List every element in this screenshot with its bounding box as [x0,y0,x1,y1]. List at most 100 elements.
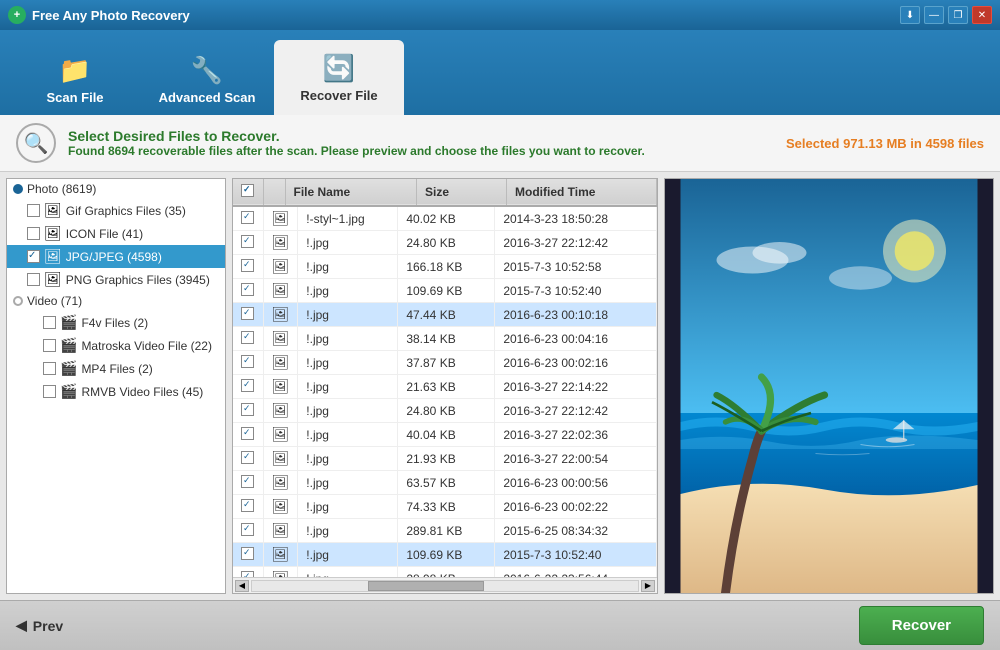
table-row[interactable]: 🖼 !.jpg 166.18 KB 2015-7-3 10:52:58 [233,255,657,279]
row-checkbox-cell[interactable] [233,519,263,543]
tree-item-matroska[interactable]: 🎬 Matroska Video File (22) [7,334,225,357]
radio-video[interactable] [13,296,23,306]
row-check-14[interactable] [241,547,254,560]
row-checkbox-cell[interactable] [233,567,263,578]
check-matroska[interactable] [43,339,56,352]
table-row[interactable]: 🖼 !.jpg 289.81 KB 2015-6-25 08:34:32 [233,519,657,543]
row-checkbox-cell[interactable] [233,543,263,567]
row-check-2[interactable] [241,259,254,272]
header-checkbox[interactable] [241,184,254,197]
prev-arrow-icon: ◀ [16,617,27,634]
tree-item-mp4[interactable]: 🎬 MP4 Files (2) [7,357,225,380]
row-checkbox-cell[interactable] [233,495,263,519]
tree-item-png[interactable]: 🖼 PNG Graphics Files (3945) [7,268,225,291]
table-row[interactable]: 🖼 !.jpg 24.80 KB 2016-3-27 22:12:42 [233,399,657,423]
table-row[interactable]: 🖼 !.jpg 74.33 KB 2016-6-23 00:02:22 [233,495,657,519]
row-checkbox-cell[interactable] [233,423,263,447]
row-checkbox-cell[interactable] [233,303,263,327]
row-check-15[interactable] [241,571,254,578]
row-check-8[interactable] [241,403,254,416]
row-icon-cell: 🖼 [263,471,298,495]
row-check-6[interactable] [241,355,254,368]
table-row[interactable]: 🖼 !.jpg 21.63 KB 2016-3-27 22:14:22 [233,375,657,399]
jpg-file-icon: 🖼 [272,522,290,538]
file-table: File Name Size Modified Time [233,179,657,207]
app-title: Free Any Photo Recovery [32,8,190,23]
recover-button[interactable]: Recover [859,606,984,645]
row-checkbox-cell[interactable] [233,375,263,399]
check-gif[interactable] [27,204,40,217]
tree-item-icon[interactable]: 🖼 ICON File (41) [7,222,225,245]
mp4-icon: 🎬 [60,360,77,377]
file-table-scroll[interactable]: 🖼 !-styl~1.jpg 40.02 KB 2014-3-23 18:50:… [233,207,657,577]
table-row[interactable]: 🖼 !.jpg 21.93 KB 2016-3-27 22:00:54 [233,447,657,471]
row-check-7[interactable] [241,379,254,392]
row-check-5[interactable] [241,331,254,344]
row-check-0[interactable] [241,211,254,224]
download-button[interactable]: ⬇ [900,6,920,24]
row-check-10[interactable] [241,451,254,464]
row-checkbox-cell[interactable] [233,207,263,231]
table-row[interactable]: 🖼 !.jpg 24.80 KB 2016-3-27 22:12:42 [233,231,657,255]
check-mp4[interactable] [43,362,56,375]
tree-item-photo[interactable]: Photo (8619) [7,179,225,199]
tree-item-video[interactable]: Video (71) [7,291,225,311]
table-row[interactable]: 🖼 !-styl~1.jpg 40.02 KB 2014-3-23 18:50:… [233,207,657,231]
minimize-button[interactable]: — [924,6,944,24]
row-filename: !.jpg [298,399,398,423]
row-check-12[interactable] [241,499,254,512]
check-rmvb[interactable] [43,385,56,398]
row-checkbox-cell[interactable] [233,231,263,255]
table-row[interactable]: 🖼 !.jpg 63.57 KB 2016-6-23 00:00:56 [233,471,657,495]
check-png[interactable] [27,273,40,286]
scroll-right-arrow[interactable]: ▶ [641,580,655,592]
scroll-track[interactable] [251,580,639,592]
radio-photo[interactable] [13,184,23,194]
main-area: 🔍 Select Desired Files to Recover. Found… [0,115,1000,600]
close-button[interactable]: ✕ [972,6,992,24]
tree-item-gif[interactable]: 🖼 Gif Graphics Files (35) [7,199,225,222]
tab-recover-file[interactable]: 🔄 Recover File [274,40,404,115]
row-checkbox-cell[interactable] [233,351,263,375]
scroll-thumb[interactable] [368,581,484,591]
row-filename: !.jpg [298,303,398,327]
info-subtitle: Found 8694 recoverable files after the s… [68,144,645,158]
table-row[interactable]: 🖼 !.jpg 40.04 KB 2016-3-27 22:02:36 [233,423,657,447]
table-row[interactable]: 🖼 !.jpg 28.98 KB 2016-6-22 23:56:44 [233,567,657,578]
tree-item-jpg[interactable]: 🖼 JPG/JPEG (4598) [7,245,225,268]
table-row[interactable]: 🖼 !.jpg 37.87 KB 2016-6-23 00:02:16 [233,351,657,375]
tab-advanced-scan[interactable]: 🔧 Advanced Scan [142,45,272,115]
table-row[interactable]: 🖼 !.jpg 47.44 KB 2016-6-23 00:10:18 [233,303,657,327]
check-f4v[interactable] [43,316,56,329]
row-checkbox-cell[interactable] [233,255,263,279]
row-checkbox-cell[interactable] [233,399,263,423]
tree-item-f4v[interactable]: 🎬 F4v Files (2) [7,311,225,334]
check-icon[interactable] [27,227,40,240]
row-modified: 2016-3-27 22:02:36 [495,423,657,447]
table-row[interactable]: 🖼 !.jpg 109.69 KB 2015-7-3 10:52:40 [233,279,657,303]
row-checkbox-cell[interactable] [233,447,263,471]
scroll-left-arrow[interactable]: ◀ [235,580,249,592]
row-checkbox-cell[interactable] [233,327,263,351]
table-row[interactable]: 🖼 !.jpg 38.14 KB 2016-6-23 00:04:16 [233,327,657,351]
tab-scan-file[interactable]: 📁 Scan File [10,45,140,115]
row-check-1[interactable] [241,235,254,248]
check-jpg[interactable] [27,250,40,263]
row-check-9[interactable] [241,427,254,440]
prev-button[interactable]: ◀ Prev [16,617,63,634]
row-filename: !.jpg [298,567,398,578]
tree-item-rmvb[interactable]: 🎬 RMVB Video Files (45) [7,380,225,403]
row-icon-cell: 🖼 [263,207,298,231]
row-icon-cell: 🖼 [263,399,298,423]
row-check-11[interactable] [241,475,254,488]
horizontal-scrollbar[interactable]: ◀ ▶ [233,577,657,593]
row-check-13[interactable] [241,523,254,536]
restore-button[interactable]: ❐ [948,6,968,24]
row-icon-cell: 🖼 [263,495,298,519]
row-check-4[interactable] [241,307,254,320]
row-checkbox-cell[interactable] [233,279,263,303]
row-checkbox-cell[interactable] [233,471,263,495]
tab-recover-file-label: Recover File [300,88,377,103]
row-check-3[interactable] [241,283,254,296]
table-row[interactable]: 🖼 !.jpg 109.69 KB 2015-7-3 10:52:40 [233,543,657,567]
